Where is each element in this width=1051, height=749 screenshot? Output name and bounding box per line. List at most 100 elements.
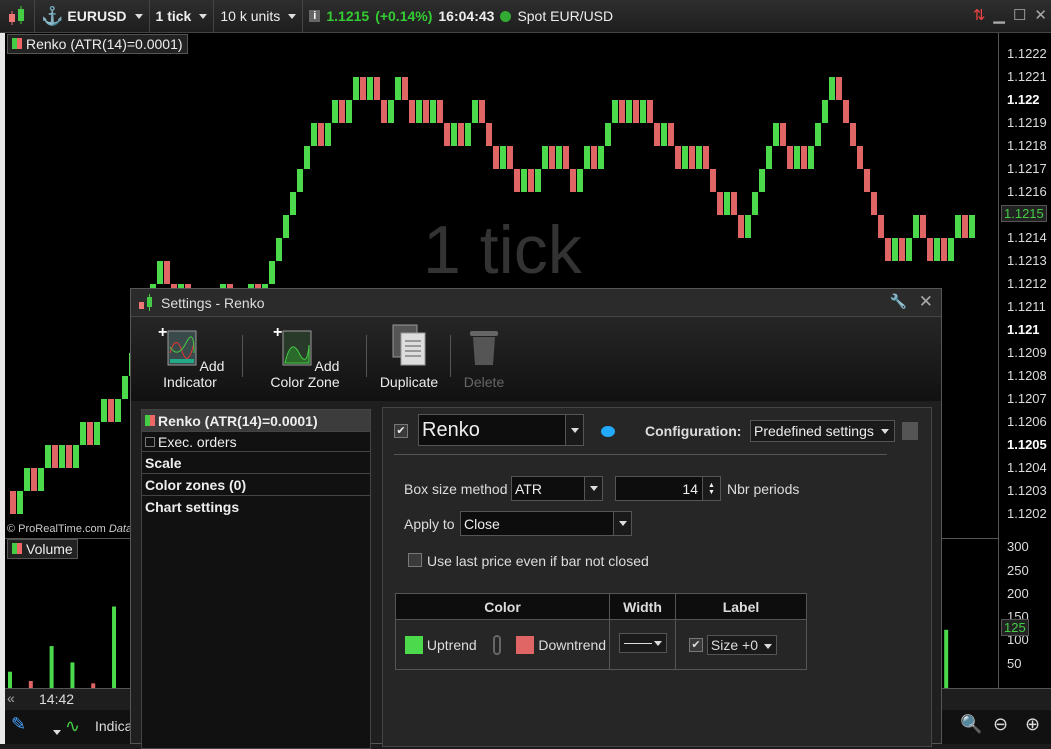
apply-to-select[interactable]: Close [460,511,632,536]
close-icon[interactable]: ✕ [1034,6,1047,24]
renko-brick-up [661,123,667,146]
renko-brick-up [696,146,702,169]
configuration-select[interactable]: Predefined settings [750,420,895,442]
price-tick: 1.1212 [1007,276,1047,291]
renko-brick-up [283,215,289,238]
market-status-icon [500,10,512,22]
renko-brick-down [87,422,93,445]
scroll-left-icon[interactable]: « [7,690,15,706]
price-tick: 1.1204 [1007,460,1047,475]
renko-brick-up [416,100,422,123]
price-tick: 1.1219 [1007,115,1047,130]
uptrend-color-swatch[interactable] [405,635,423,654]
units-selector[interactable]: 10 k units [214,0,304,33]
label-checkbox[interactable]: ✔ [689,637,703,652]
svg-text:+: + [273,324,282,341]
renko-brick-up [157,261,163,284]
info-icon[interactable]: i [309,10,321,22]
volume-tick: 200 [1007,585,1029,601]
tree-item-exec-orders[interactable]: Exec. orders [142,432,370,452]
save-icon[interactable] [902,422,918,440]
renko-brick-up [122,376,128,399]
renko-brick-down [549,146,555,169]
renko-brick-up [773,123,779,146]
use-last-price-checkbox[interactable] [408,553,422,567]
renko-brick-down [339,100,345,123]
wrench-icon[interactable]: 🔧 [890,293,907,310]
renko-brick-up [598,146,604,169]
renko-brick-up [276,238,282,261]
renko-brick-down [864,169,870,192]
add-indicator-button[interactable]: + Add Indicator [145,323,235,390]
volume-bar [8,671,12,688]
renko-brick-down [703,146,709,169]
volume-bar [112,606,117,688]
price-tick: 1.1221 [1007,69,1047,84]
renko-brick-up [794,146,800,169]
line-width-select[interactable] [618,633,667,653]
dialog-title-bar[interactable]: Settings - Renko 🔧 ✕ [131,289,941,317]
indicator-enabled-checkbox[interactable]: ✔ [394,424,408,438]
renko-brick-down [402,77,408,100]
renko-brick-up [535,169,541,192]
price-tick: 1.1214 [1007,230,1047,245]
zoom-fit-icon[interactable]: 🔍 [960,714,982,735]
box-size-method-select[interactable]: ATR [511,476,603,501]
symbol-selector[interactable]: ⚓ EURUSD [35,0,150,33]
renko-brick-down [941,238,947,261]
renko-brick-up [311,123,317,146]
renko-brick-up [346,100,352,123]
renko-brick-up [556,146,562,169]
renko-brick-down [591,146,597,169]
zoom-in-icon[interactable]: ⊕ [1025,714,1040,735]
drawing-dropdown[interactable] [49,722,61,738]
periods-stepper[interactable]: 14 ▲ ▼ [615,476,721,501]
zoom-out-icon[interactable]: ⊖ [993,714,1008,735]
renko-brick-down [885,238,891,261]
tree-item-chart-settings[interactable]: Chart settings [142,496,370,518]
tree-item-scale[interactable]: Scale [142,452,370,474]
maximize-icon[interactable]: ☐ [1013,6,1026,24]
price-tick: 1.122 [1007,92,1040,107]
interval-selector[interactable]: 1 tick [150,0,215,33]
renko-brick-up [605,123,611,146]
renko-brick-up [766,146,772,169]
style-table: Color Width Label Uptrend Downtrend ✔ Si… [395,593,807,670]
chart-type-button[interactable] [0,0,35,33]
renko-brick-down [66,445,72,468]
volume-tick: 300 [1007,539,1029,555]
volume-bar [70,662,75,688]
renko-brick-up [577,169,583,192]
minimize-icon[interactable]: ▁ [993,6,1005,24]
price-axis[interactable]: 1.1222 1.1221 1.122 1.1219 1.1218 1.1217 1.121… [998,33,1051,538]
label-size-select[interactable]: Size +0 [706,634,777,655]
renko-brick-up [24,468,30,491]
volume-axis[interactable]: 300 250 200 150 100 50 125 [998,538,1051,688]
renko-brick-up [521,169,527,192]
tree-item-color-zones[interactable]: Color zones (0) [142,474,370,496]
renko-brick-down [801,146,807,169]
sync-alert-icon[interactable]: ⇅ [973,6,986,24]
renko-brick-down [717,192,723,215]
current-price-tag: 1.1215 [1001,205,1047,222]
comment-icon[interactable] [601,426,615,437]
renko-brick-down [920,215,926,238]
add-color-zone-button[interactable]: + Add Color Zone [253,323,357,390]
renko-brick-down [444,123,450,146]
price-tick: 1.1213 [1007,253,1047,268]
drawing-tools-icon[interactable]: ✎ [11,714,26,735]
renko-brick-up [297,169,303,192]
renko-brick-up [465,123,471,146]
downtrend-color-swatch[interactable] [516,635,535,654]
tree-item-renko[interactable]: Renko (ATR(14)=0.0001) [142,410,370,432]
indicator-name-select[interactable]: Renko [418,414,584,446]
renko-brick-down [108,399,114,422]
close-icon[interactable]: ✕ [919,292,933,312]
indicators-button[interactable]: Indica [95,718,132,734]
renko-brick-up [269,261,275,284]
renko-brick-up [682,146,688,169]
duplicate-button[interactable]: Duplicate [377,323,441,390]
link-colors-icon[interactable] [492,634,501,655]
delete-button[interactable]: Delete [459,323,509,390]
renko-brick-up [626,100,632,123]
